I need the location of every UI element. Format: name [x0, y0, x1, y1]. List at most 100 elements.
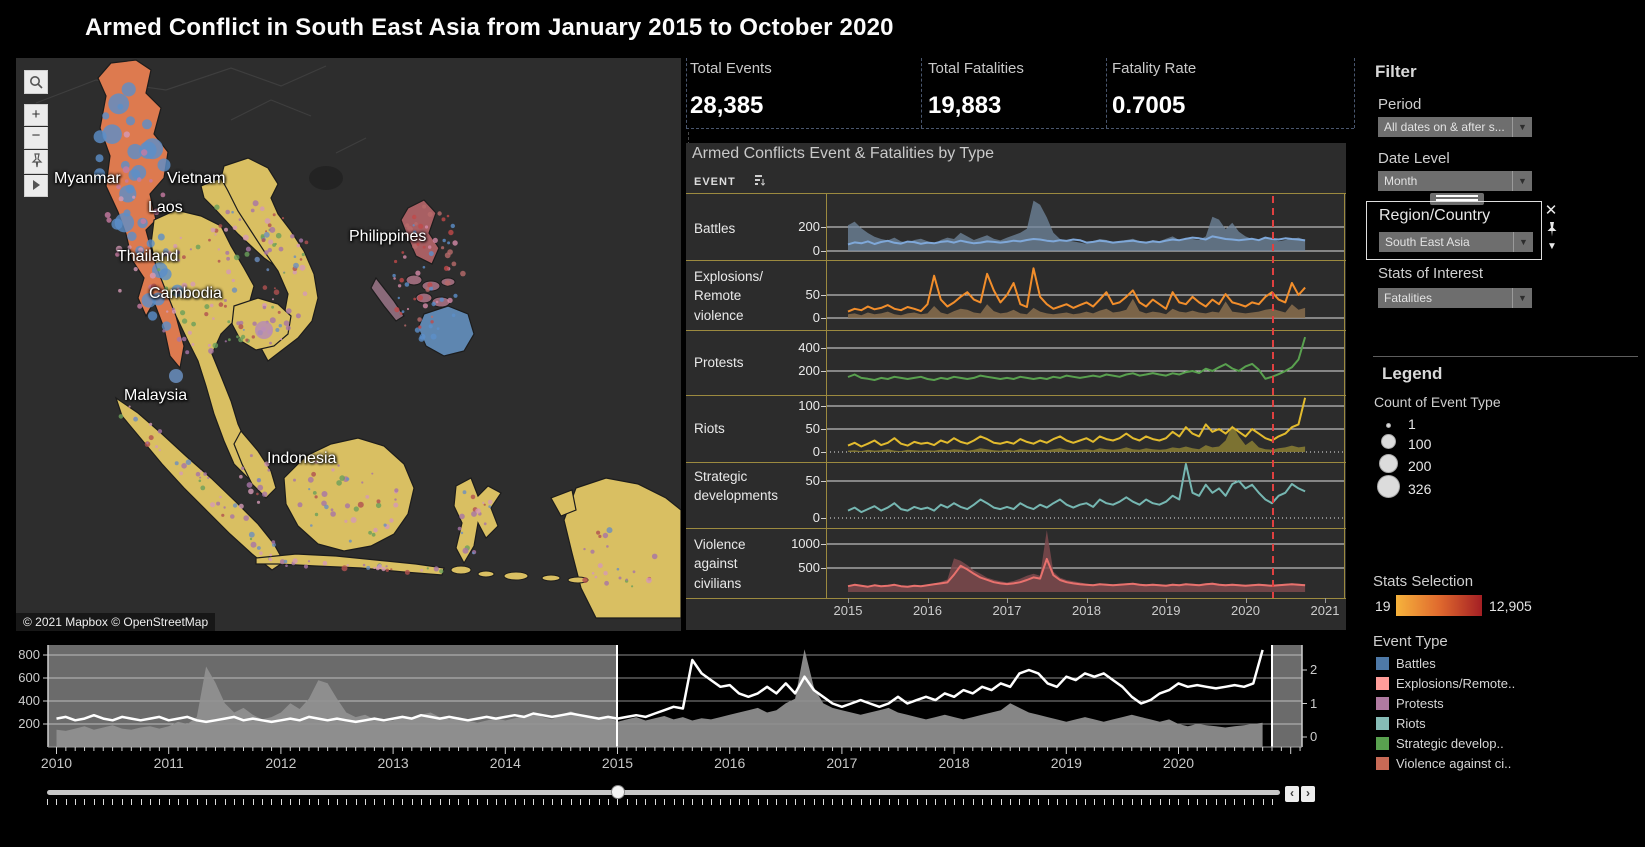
- slider-tick: [262, 799, 263, 805]
- mini-chart-protests[interactable]: [826, 330, 1345, 395]
- slider-tick: [346, 799, 348, 805]
- slider-tick: [1271, 799, 1273, 805]
- map-attribution[interactable]: © 2021 Mapbox © OpenStreetMap: [16, 613, 216, 631]
- slider-tick: [486, 799, 488, 805]
- slider-tick: [1243, 799, 1245, 805]
- event-type-item[interactable]: Battles: [1376, 656, 1436, 671]
- legend-size-label: 100: [1408, 436, 1432, 452]
- size-circle: [1376, 434, 1400, 454]
- region-filter-card[interactable]: Region/Country South East Asia ▼: [1366, 201, 1542, 260]
- event-column-header[interactable]: EVENT: [694, 174, 765, 188]
- zoom-in-button[interactable]: +: [24, 104, 48, 126]
- overview-year-label: 2020: [1162, 755, 1195, 771]
- overview-chart[interactable]: [0, 638, 1345, 778]
- legend-swatch: [1376, 677, 1389, 690]
- slider-tick: [177, 799, 179, 805]
- mini-chart-riots[interactable]: [826, 395, 1345, 462]
- search-icon: [30, 76, 43, 89]
- map-search-button[interactable]: [24, 70, 48, 94]
- plot-left-border: [826, 193, 827, 598]
- kpi-label: Fatality Rate: [1112, 60, 1197, 77]
- slider-tick: [654, 799, 656, 805]
- slider-tick: [879, 799, 881, 805]
- page-title: Armed Conflict in South East Asia from J…: [85, 14, 894, 41]
- region-dropdown[interactable]: South East Asia ▼: [1379, 232, 1533, 252]
- slider-tick: [308, 799, 310, 805]
- slider-tick: [393, 799, 394, 805]
- event-type-label: Strategic develop..: [1396, 736, 1504, 751]
- slider-tick: [1075, 799, 1077, 805]
- chevron-down-icon[interactable]: ▼: [1513, 232, 1533, 252]
- period-label: Period: [1378, 96, 1422, 113]
- mini-chart-explosions/[interactable]: [826, 260, 1345, 330]
- chevron-down-icon[interactable]: ▼: [1512, 288, 1532, 308]
- slider-tick: [823, 799, 825, 805]
- slider-tick: [1159, 799, 1161, 805]
- mini-chart-violence[interactable]: [826, 528, 1345, 598]
- slider-tick: [271, 799, 273, 805]
- chevron-down-icon[interactable]: ▼: [1544, 241, 1560, 252]
- slider-tick: [196, 799, 198, 805]
- event-type-item[interactable]: Strategic develop..: [1376, 736, 1504, 751]
- divider: [1373, 356, 1638, 357]
- scroll-right-button[interactable]: ›: [1301, 786, 1315, 802]
- slider-tick: [47, 799, 48, 805]
- slider-tick: [1187, 799, 1189, 805]
- axis-tick-label: 0: [812, 510, 820, 525]
- slider-tick: [561, 799, 563, 805]
- chevron-down-icon[interactable]: ▼: [1512, 171, 1532, 191]
- map-panel[interactable]: + − Myanmar Vietnam Laos Thailand Cambodia Ph…: [16, 58, 681, 631]
- kpi-divider: [686, 128, 1354, 129]
- slider-tick: [645, 799, 647, 805]
- pin-filter-button[interactable]: [1545, 221, 1558, 243]
- slider-tick: [93, 799, 95, 805]
- year-tick: [1325, 598, 1326, 603]
- slider-tick: [477, 799, 479, 805]
- slider-tick: [673, 799, 675, 805]
- slider-tick: [1000, 799, 1002, 805]
- row-separator: [686, 193, 1346, 194]
- slider-tick: [804, 799, 806, 805]
- event-type-item[interactable]: Violence against ci..: [1376, 756, 1511, 771]
- pan-right-button[interactable]: [24, 175, 48, 197]
- row-separator: [686, 330, 1346, 331]
- period-dropdown[interactable]: All dates on & after s... ▼: [1378, 117, 1532, 137]
- slider-tick: [551, 799, 553, 805]
- mini-chart-battles[interactable]: [826, 196, 1345, 260]
- slider-tick: [757, 799, 759, 805]
- time-slider-handle[interactable]: [611, 785, 625, 799]
- chevron-down-icon[interactable]: ▼: [1512, 117, 1532, 137]
- map-canvas[interactable]: [16, 58, 681, 631]
- axis-tick-label: 500: [798, 560, 820, 575]
- slider-tick: [888, 799, 890, 805]
- row-label-protests: Protests: [694, 355, 744, 370]
- slider-tick: [897, 799, 899, 805]
- slider-tick: [1047, 799, 1049, 805]
- slider-tick: [664, 799, 666, 805]
- left-axis-label: 200: [18, 716, 40, 731]
- slider-tick: [449, 799, 451, 805]
- slider-tick: [159, 799, 161, 805]
- stats-gradient-bar[interactable]: [1396, 595, 1482, 616]
- sort-icon[interactable]: [754, 174, 765, 187]
- slider-tick: [682, 799, 684, 805]
- zoom-out-button[interactable]: −: [24, 127, 48, 149]
- scroll-left-button[interactable]: ‹: [1285, 786, 1299, 802]
- event-type-item[interactable]: Protests: [1376, 696, 1444, 711]
- slider-tick: [729, 799, 731, 805]
- slider-tick: [355, 799, 357, 805]
- close-icon[interactable]: ✕: [1543, 201, 1559, 219]
- year-tick: [1166, 598, 1167, 603]
- event-type-item[interactable]: Explosions/Remote..: [1376, 676, 1515, 691]
- time-slider-track[interactable]: [47, 790, 1280, 795]
- slider-tick: [383, 799, 385, 805]
- mini-chart-strategic[interactable]: [826, 462, 1345, 528]
- slider-tick: [224, 799, 226, 805]
- date-level-dropdown[interactable]: Month ▼: [1378, 171, 1532, 191]
- stats-selection-heading: Stats Selection: [1373, 573, 1474, 590]
- event-fatalities-panel: Armed Conflicts Event & Fatalities by Ty…: [686, 143, 1346, 630]
- map-pin-button[interactable]: [24, 150, 48, 174]
- event-type-item[interactable]: Riots: [1376, 716, 1426, 731]
- stats-of-interest-dropdown[interactable]: Fatalities ▼: [1378, 288, 1532, 308]
- row-label-strategic: Strategic developments: [694, 468, 779, 504]
